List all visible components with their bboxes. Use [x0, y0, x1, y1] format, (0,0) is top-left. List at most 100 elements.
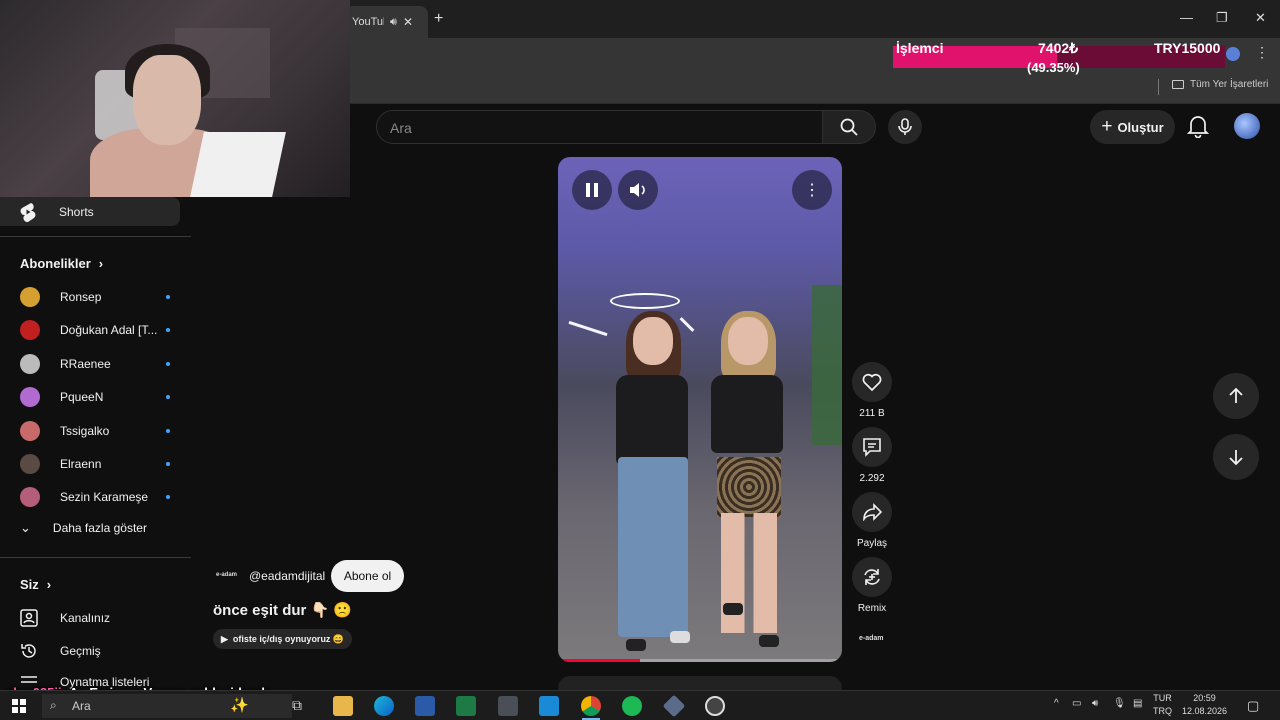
webcam-laptop	[190, 132, 286, 197]
pause-button[interactable]	[572, 170, 612, 210]
sidebar-divider	[0, 557, 191, 558]
excel-icon[interactable]	[456, 696, 476, 716]
volume-button[interactable]	[618, 170, 658, 210]
channel-avatar	[20, 454, 40, 474]
search-icon	[840, 118, 858, 136]
video-progress-fill	[558, 659, 641, 662]
browser-tab[interactable]: YouTube 🔊︎ ✕	[344, 6, 428, 38]
chrome-icon[interactable]	[581, 696, 601, 716]
shorts-video-player[interactable]: ⋮	[558, 157, 842, 662]
remix-action[interactable]: Remix	[852, 557, 892, 614]
search-icon: ⌕	[50, 698, 57, 712]
sidebar-subscription-item[interactable]: Ronsep	[20, 286, 170, 308]
sidebar-item-label: Kanalınız	[60, 611, 111, 625]
notification-center-icon[interactable]: ▢	[1247, 698, 1259, 714]
video-more-button[interactable]: ⋮	[792, 170, 832, 210]
pause-icon	[586, 183, 598, 197]
sound-channel-thumbnail[interactable]: e-adam	[859, 635, 884, 642]
heart-icon	[862, 373, 882, 391]
close-tab-icon[interactable]: ✕	[403, 15, 413, 29]
shorts-icon	[20, 202, 36, 222]
new-tab-icon[interactable]: +	[434, 10, 443, 28]
account-avatar[interactable]	[1234, 113, 1260, 139]
channel-logo[interactable]: e-adam	[216, 572, 237, 578]
taskbar-search[interactable]: Ara	[42, 694, 292, 718]
language-top: TUR	[1153, 693, 1172, 703]
remix-button[interactable]	[852, 557, 892, 597]
donation-percent: (49.35%)	[1027, 60, 1080, 75]
music-chip[interactable]: ▶ ofiste iç/dış oynuyoruz 😄	[213, 629, 353, 649]
speaker-icon[interactable]: 🔊︎	[390, 16, 397, 29]
sidebar-subscription-item[interactable]: Sezin Karameşe	[20, 486, 170, 508]
next-short-preview[interactable]	[558, 676, 842, 690]
tray-chevron-icon[interactable]: ^	[1054, 698, 1059, 709]
start-button[interactable]	[12, 699, 26, 718]
arrow-up-icon	[1229, 387, 1243, 403]
search-input[interactable]: Ara	[376, 110, 823, 144]
share-button[interactable]	[852, 492, 892, 532]
calculator-icon[interactable]	[498, 696, 518, 716]
app-icon[interactable]	[662, 694, 686, 718]
search-button[interactable]	[822, 110, 876, 144]
sidebar-subscription-item[interactable]: RRaenee	[20, 353, 170, 375]
share-action[interactable]: Paylaş	[852, 492, 892, 549]
new-content-dot	[166, 295, 170, 299]
sidebar-subscription-item[interactable]: Doğukan Adal [T...	[20, 319, 170, 341]
channel-avatar	[20, 353, 40, 374]
create-label: Oluştur	[1117, 119, 1164, 135]
minimize-icon[interactable]: —	[1180, 10, 1193, 25]
notifications-button[interactable]	[1186, 114, 1210, 143]
language-indicator[interactable]: TUR TRQ	[1153, 692, 1172, 718]
like-button[interactable]	[852, 362, 892, 402]
chevron-right-icon: ›	[46, 577, 52, 592]
edge-icon[interactable]	[374, 696, 394, 716]
windows-taskbar: Ara ⌕ ✨ ⧉ ^ ▭ 🔊︎ 🎙︎ ▤ TUR TRQ 20:59 12.0…	[0, 690, 1280, 720]
sidebar-item-history[interactable]: Geçmiş	[20, 642, 101, 660]
sidebar-item-your-channel[interactable]: Kanalınız	[20, 609, 110, 627]
voice-search-button[interactable]	[888, 110, 922, 144]
like-action[interactable]: 211 B	[852, 362, 892, 419]
sparkle-icon[interactable]: ✨	[230, 696, 249, 714]
channel-handle[interactable]: @eadamdijital	[249, 569, 325, 583]
subscriptions-heading-label: Abonelikler	[20, 256, 91, 271]
battery-icon[interactable]: ▭	[1072, 698, 1081, 709]
all-bookmarks-button[interactable]: Tüm Yer İşaretleri	[1172, 79, 1268, 90]
sidebar-subscription-item[interactable]: PqueeN	[20, 386, 170, 408]
taskbar-clock[interactable]: 20:59 12.08.2026	[1182, 692, 1227, 718]
video-light-strip	[568, 320, 608, 337]
play-triangle-icon: ▶	[221, 633, 228, 644]
video-person-right	[703, 311, 793, 662]
comments-button[interactable]	[852, 427, 892, 467]
microphone-tray-icon[interactable]: 🎙︎	[1113, 698, 1126, 709]
sidebar: Shorts Abonelikler › Ronsep Doğukan Adal …	[0, 197, 191, 689]
maximize-icon[interactable]: ❐	[1216, 10, 1228, 26]
sidebar-subscription-item[interactable]: Elraenn	[20, 453, 170, 475]
create-button[interactable]: + Oluştur	[1090, 110, 1175, 144]
obs-icon[interactable]	[705, 696, 725, 716]
sidebar-item-shorts[interactable]: Shorts	[0, 197, 180, 226]
spotify-icon[interactable]	[622, 696, 642, 716]
previous-short-button[interactable]	[1213, 373, 1259, 419]
network-icon[interactable]: ▤	[1133, 698, 1142, 709]
next-short-button[interactable]	[1213, 434, 1259, 480]
word-icon[interactable]	[415, 696, 435, 716]
browser-menu-icon[interactable]: ⋮	[1255, 44, 1269, 61]
subscriptions-heading[interactable]: Abonelikler ›	[20, 256, 103, 271]
chevron-right-icon: ›	[98, 256, 104, 271]
subscribe-button[interactable]: Abone ol	[331, 560, 404, 592]
new-content-dot	[166, 328, 170, 333]
task-view-icon[interactable]: ⧉	[292, 697, 302, 714]
show-more-button[interactable]: ⌄ Daha fazla göster	[20, 520, 147, 536]
you-heading[interactable]: Siz ›	[20, 577, 51, 592]
comments-action[interactable]: 2.292	[852, 427, 892, 484]
volume-tray-icon[interactable]: 🔊︎	[1092, 698, 1098, 709]
new-content-dot	[166, 395, 170, 400]
sidebar-subscription-item[interactable]: Tssigalko	[20, 420, 170, 442]
share-label: Paylaş	[856, 538, 887, 549]
file-explorer-icon[interactable]	[333, 696, 353, 716]
close-window-icon[interactable]: ✕	[1255, 10, 1266, 26]
comment-icon	[863, 438, 881, 457]
person-shoe	[670, 631, 690, 643]
store-icon[interactable]	[539, 696, 559, 716]
extension-icon[interactable]	[1226, 47, 1240, 61]
